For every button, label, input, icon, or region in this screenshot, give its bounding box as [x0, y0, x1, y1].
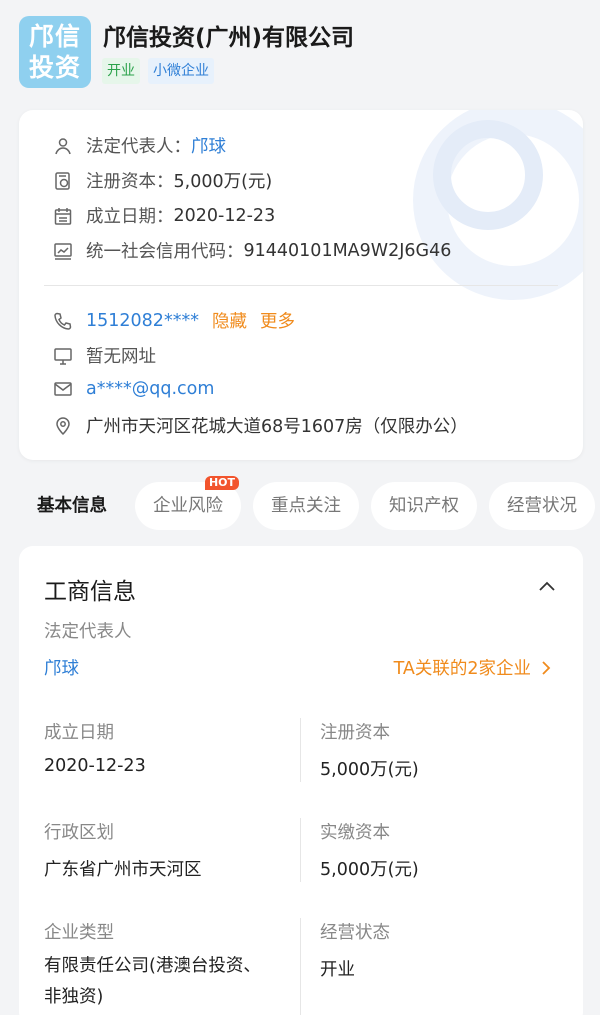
- column-divider: [300, 818, 301, 882]
- phone-more-link[interactable]: 更多: [260, 308, 295, 333]
- chevron-up-icon[interactable]: [538, 578, 556, 596]
- address-row: 广州市天河区花城大道68号1607房（仅限办公）: [52, 413, 468, 438]
- status-badge-open: 开业: [102, 58, 140, 84]
- established-field-label: 成立日期: [44, 723, 114, 743]
- related-companies-link[interactable]: TA关联的2家企业: [394, 655, 553, 680]
- company-name: 邝信投资(广州)有限公司: [103, 25, 355, 51]
- calendar-icon: [52, 205, 74, 227]
- phone-number[interactable]: 1512082****: [86, 311, 199, 331]
- column-divider: [300, 918, 301, 1015]
- decorative-search-icon: [433, 120, 543, 230]
- legal-rep-field-link[interactable]: 邝球: [44, 655, 79, 680]
- status-field-value: 开业: [320, 960, 355, 980]
- divider: [44, 285, 558, 286]
- person-icon: [52, 135, 74, 157]
- reg-capital-value: 5,000万(元): [173, 172, 273, 192]
- website-row: 暂无网址: [52, 343, 156, 368]
- tab-ip[interactable]: 知识产权: [371, 482, 477, 530]
- paid-capital-field-label: 实缴资本: [320, 823, 390, 843]
- size-badge: 小微企业: [148, 58, 214, 84]
- legal-rep-link[interactable]: 邝球: [191, 133, 226, 158]
- phone-icon: [52, 310, 74, 332]
- credit-code-row: 统一社会信用代码： 91440101MA9W2J6G46: [52, 238, 451, 263]
- mail-icon: [52, 378, 74, 400]
- tab-operations-label: 经营状况: [507, 496, 577, 516]
- monitor-icon: [52, 345, 74, 367]
- phone-row: 1512082**** 隐藏 更多: [52, 308, 295, 333]
- tab-focus[interactable]: 重点关注: [253, 482, 359, 530]
- paid-capital-field-value: 5,000万(元): [320, 860, 419, 880]
- money-document-icon: [52, 170, 74, 192]
- related-companies-text: TA关联的2家企业: [393, 659, 531, 679]
- location-pin-icon: [52, 415, 74, 437]
- established-label: 成立日期：: [86, 207, 174, 227]
- tab-basic-info-label: 基本信息: [37, 496, 107, 516]
- reg-capital-field-label: 注册资本: [320, 723, 390, 743]
- tab-ip-label: 知识产权: [389, 496, 459, 516]
- established-field-value: 2020-12-23: [44, 756, 146, 776]
- credit-code-value: 91440101MA9W2J6G46: [243, 240, 452, 261]
- legal-rep-row: 法定代表人： 邝球: [52, 133, 226, 158]
- column-divider: [300, 718, 301, 782]
- type-field-value: 有限责任公司(港澳台投资、非独资): [44, 956, 261, 1007]
- company-logo: 邝信 投资: [19, 16, 91, 88]
- email-link[interactable]: a****@qq.com: [86, 379, 214, 399]
- company-info-card: 法定代表人： 邝球 注册资本： 5,000万(元) 成立日期： 2020-12-…: [19, 110, 583, 460]
- email-row: a****@qq.com: [52, 378, 214, 400]
- legal-rep-label: 法定代表人：: [86, 137, 191, 157]
- legal-rep-field-label: 法定代表人: [44, 622, 132, 642]
- logo-text-line2: 投资: [28, 53, 81, 82]
- status-field-label: 经营状态: [320, 923, 390, 943]
- company-header: 邝信 投资 邝信投资(广州)有限公司 开业 小微企业: [0, 0, 600, 108]
- reg-capital-label: 注册资本：: [86, 172, 174, 192]
- tab-focus-label: 重点关注: [271, 496, 341, 516]
- tab-risk-label: 企业风险: [153, 496, 223, 516]
- website-value: 暂无网址: [86, 347, 156, 367]
- tab-risk[interactable]: 企业风险 HOT: [135, 476, 241, 530]
- logo-text-line1: 邝信: [28, 22, 81, 51]
- region-field-value: 广东省广州市天河区: [44, 860, 202, 880]
- reg-capital-field-value: 5,000万(元): [320, 760, 419, 780]
- status-tags: 开业 小微企业: [102, 58, 214, 84]
- type-field-label: 企业类型: [44, 923, 114, 943]
- business-info-panel: 工商信息 法定代表人 邝球 TA关联的2家企业 成立日期 2020-12-23 …: [19, 546, 583, 1015]
- phone-hide-link[interactable]: 隐藏: [212, 308, 247, 333]
- established-row: 成立日期： 2020-12-23: [52, 203, 275, 228]
- established-value: 2020-12-23: [173, 205, 276, 226]
- chevron-right-icon: [542, 660, 551, 675]
- section-tabs: 基本信息 企业风险 HOT 重点关注 知识产权 经营状况: [19, 476, 600, 530]
- panel-title: 工商信息: [44, 579, 136, 605]
- credit-code-label: 统一社会信用代码：: [86, 242, 244, 262]
- chart-icon: [52, 240, 74, 262]
- region-field-label: 行政区划: [44, 823, 114, 843]
- address-value[interactable]: 广州市天河区花城大道68号1607房（仅限办公）: [86, 413, 468, 438]
- reg-capital-row: 注册资本： 5,000万(元): [52, 168, 272, 193]
- hot-badge: HOT: [204, 476, 239, 490]
- tab-operations[interactable]: 经营状况: [489, 482, 595, 530]
- tab-basic-info[interactable]: 基本信息: [19, 482, 123, 530]
